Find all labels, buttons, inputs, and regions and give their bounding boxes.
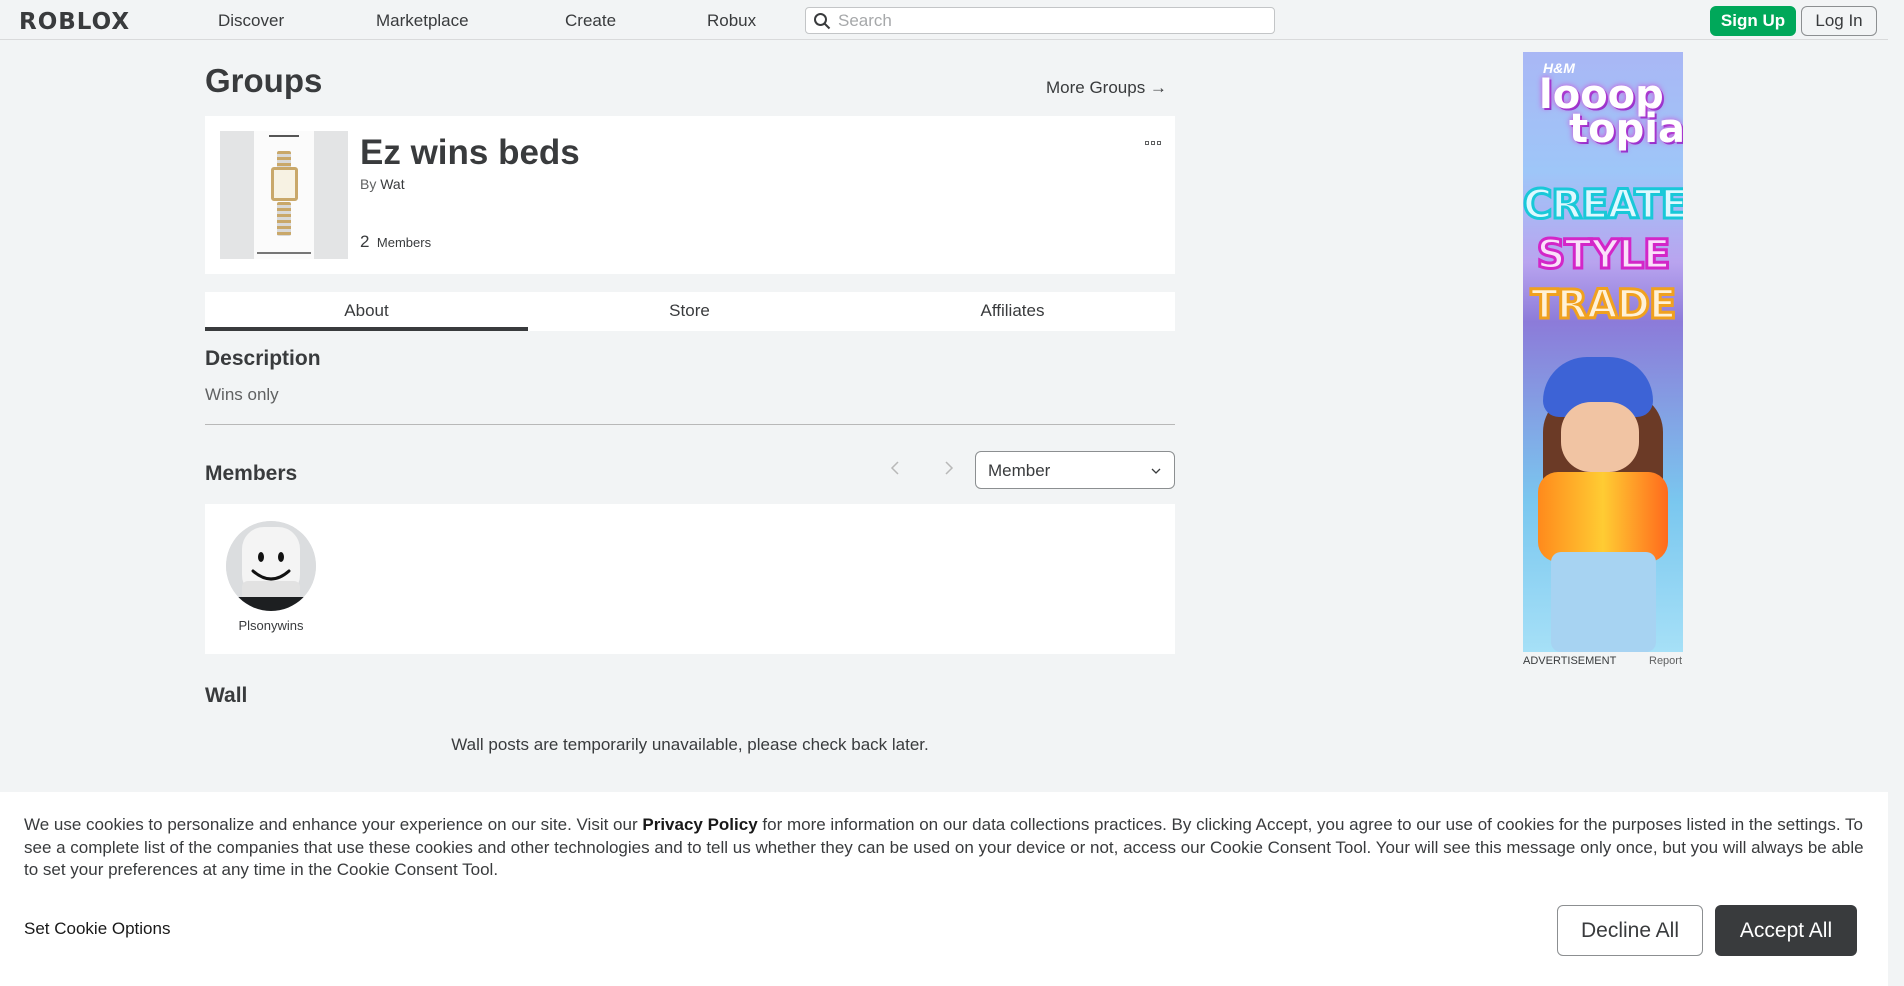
advertisement-label: ADVERTISEMENT <box>1523 655 1617 667</box>
group-emblem-image[interactable] <box>220 131 348 259</box>
ad-logo: looop topia <box>1539 66 1683 152</box>
ad-word-trade: TRADE <box>1529 281 1678 330</box>
advertisement-banner[interactable]: H&M looop topia CREATE STYLE TRADE <box>1523 52 1683 652</box>
accept-all-button[interactable]: Accept All <box>1715 905 1857 956</box>
tab-about[interactable]: About <box>205 292 528 331</box>
ad-avatar-legs <box>1551 552 1656 652</box>
cookie-consent-text: We use cookies to personalize and enhanc… <box>24 814 1874 882</box>
tab-affiliates[interactable]: Affiliates <box>851 292 1174 331</box>
members-heading: Members <box>205 462 298 485</box>
chevron-right-icon[interactable] <box>940 460 956 476</box>
set-cookie-options-link[interactable]: Set Cookie Options <box>24 919 170 939</box>
description-text: Wins only <box>205 385 279 404</box>
cookie-consent-banner: We use cookies to personalize and enhanc… <box>0 792 1888 986</box>
member-count-label: Members <box>376 235 432 250</box>
member-username[interactable]: Plsonywins <box>221 618 321 633</box>
more-options-icon[interactable] <box>1145 132 1165 145</box>
group-tabs: About Store Affiliates <box>205 292 1175 331</box>
ad-logo-line2: topia <box>1569 106 1683 152</box>
emblem-caption-bottom <box>257 252 311 254</box>
avatar[interactable] <box>226 521 316 611</box>
wall-heading: Wall <box>205 684 248 707</box>
chevron-down-icon <box>1151 468 1161 474</box>
role-select-dropdown[interactable]: Member <box>975 451 1175 489</box>
sign-up-button[interactable]: Sign Up <box>1710 6 1796 36</box>
more-groups-link[interactable]: More Groups → <box>1046 78 1167 98</box>
top-navigation-bar: ROBLOX Discover Marketplace Create Robux… <box>0 0 1904 40</box>
report-ad-link[interactable]: Report <box>1649 655 1682 667</box>
group-member-count: 2 Members <box>360 232 431 252</box>
description-heading: Description <box>205 347 321 370</box>
nav-link-marketplace[interactable]: Marketplace <box>376 11 469 31</box>
watch-face <box>271 167 298 201</box>
ad-word-create: CREATE <box>1523 181 1683 230</box>
avatar-face-icon <box>226 521 316 611</box>
search-box <box>805 7 1275 34</box>
group-name: Ez wins beds <box>360 133 580 172</box>
ad-avatar-face <box>1561 402 1639 472</box>
group-owner-line: By Wat <box>360 176 405 192</box>
group-header-card: Ez wins beds By Wat 2 Members <box>205 116 1175 274</box>
cookie-text-part1: We use cookies to personalize and enhanc… <box>24 815 643 834</box>
section-divider <box>205 424 1175 425</box>
members-list: Plsonywins <box>205 504 1175 654</box>
nav-link-discover[interactable]: Discover <box>218 11 284 31</box>
log-in-button[interactable]: Log In <box>1801 6 1877 36</box>
emblem-caption-top <box>269 135 299 137</box>
chevron-left-icon[interactable] <box>888 460 904 476</box>
page-scrollbar[interactable] <box>1888 0 1904 986</box>
page-title: Groups <box>205 62 323 99</box>
decline-all-button[interactable]: Decline All <box>1557 905 1703 956</box>
tab-store[interactable]: Store <box>528 292 851 331</box>
nav-link-create[interactable]: Create <box>565 11 616 31</box>
role-select-value: Member <box>988 461 1051 480</box>
ad-word-style: STYLE <box>1535 231 1672 280</box>
group-owner-link[interactable]: Wat <box>380 176 404 192</box>
search-icon <box>814 13 831 30</box>
watch-band-bottom <box>277 202 291 236</box>
emblem-product-image <box>254 131 314 259</box>
privacy-policy-link[interactable]: Privacy Policy <box>642 815 757 834</box>
search-input[interactable] <box>838 10 1258 31</box>
roblox-logo[interactable]: ROBLOX <box>19 9 130 35</box>
by-label: By <box>360 176 377 192</box>
nav-link-robux[interactable]: Robux <box>707 11 756 31</box>
member-count-number: 2 <box>360 232 370 251</box>
wall-unavailable-message: Wall posts are temporarily unavailable, … <box>451 735 929 754</box>
member-card[interactable]: Plsonywins <box>221 521 321 633</box>
ad-avatar-body <box>1538 472 1668 562</box>
